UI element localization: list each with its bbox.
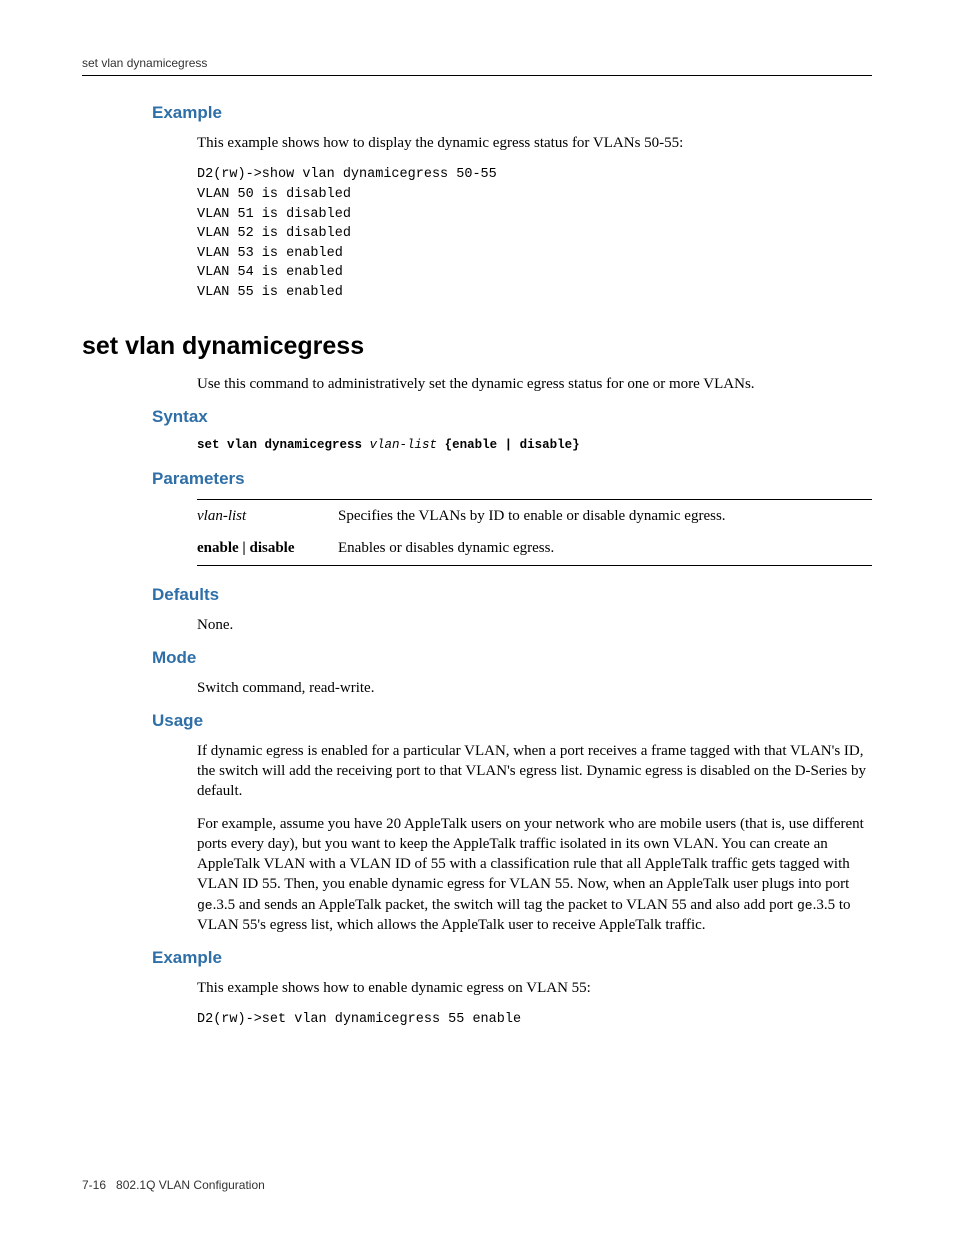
page-body: set vlan dynamicegress Example This exam… (0, 0, 954, 1235)
param-key-ital: vlan-list (197, 508, 246, 524)
table-row: enable | disable Enables or disables dyn… (197, 532, 872, 565)
syntax-line: set vlan dynamicegress vlan-list {enable… (197, 437, 872, 454)
page-footer: 7-16 802.1Q VLAN Configuration (82, 1177, 265, 1193)
usage-p1: If dynamic egress is enabled for a parti… (197, 741, 872, 802)
usage-heading: Usage (152, 710, 872, 733)
example-intro-bottom: This example shows how to enable dynamic… (197, 978, 872, 998)
command-title: set vlan dynamicegress (82, 330, 872, 364)
param-key-bold: enable | disable (197, 540, 295, 556)
page-number: 7-16 (82, 1178, 106, 1192)
syntax-cmd: set vlan dynamicegress (197, 438, 362, 452)
syntax-arg: vlan-list (370, 438, 438, 452)
defaults-heading: Defaults (152, 584, 872, 607)
usage-p2-b: .3.5 and sends an AppleTalk packet, the … (213, 897, 797, 913)
example-intro-text: This example shows how to display the dy… (197, 133, 872, 153)
command-desc: Use this command to administratively set… (197, 374, 872, 394)
running-head: set vlan dynamicegress (82, 55, 872, 76)
syntax-options: {enable | disable} (445, 438, 580, 452)
mode-body: Switch command, read-write. (197, 678, 872, 698)
syntax-heading: Syntax (152, 406, 872, 429)
example-heading-bottom: Example (152, 947, 872, 970)
example-heading-top: Example (152, 102, 872, 125)
example-code-bottom: D2(rw)->set vlan dynamicegress 55 enable (197, 1010, 872, 1030)
example-intro-top: This example shows how to display the dy… (197, 133, 872, 302)
mode-heading: Mode (152, 647, 872, 670)
parameters-table: vlan-list Specifies the VLANs by ID to e… (197, 499, 872, 566)
port-ref: ge (197, 898, 213, 913)
param-desc: Specifies the VLANs by ID to enable or d… (338, 500, 872, 533)
usage-p2-a: For example, assume you have 20 AppleTal… (197, 816, 864, 893)
usage-p2: For example, assume you have 20 AppleTal… (197, 814, 872, 936)
defaults-body: None. (197, 615, 872, 635)
table-row: vlan-list Specifies the VLANs by ID to e… (197, 500, 872, 533)
param-desc: Enables or disables dynamic egress. (338, 532, 872, 565)
footer-label: 802.1Q VLAN Configuration (116, 1178, 265, 1192)
example-code-top: D2(rw)->show vlan dynamicegress 50-55 VL… (197, 165, 872, 302)
port-ref: ge (797, 898, 813, 913)
parameters-heading: Parameters (152, 468, 872, 491)
